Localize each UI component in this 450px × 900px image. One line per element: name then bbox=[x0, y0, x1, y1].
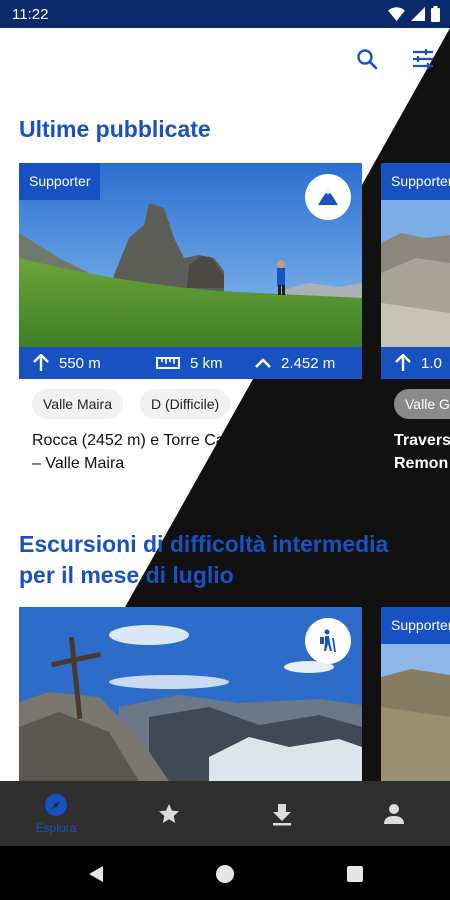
search-icon bbox=[357, 49, 378, 70]
system-navigation bbox=[0, 846, 450, 900]
stat-distance: 5 km bbox=[156, 347, 223, 379]
stat-ascent-value-2: 1.0 bbox=[421, 354, 442, 372]
battery-icon bbox=[431, 6, 440, 22]
hike-type-badge bbox=[305, 174, 351, 220]
stat-max-altitude: 2.452 m bbox=[255, 347, 335, 379]
signal-icon bbox=[411, 7, 425, 21]
chip-region[interactable]: Valle Maira bbox=[32, 389, 123, 419]
bottom-navigation: Esplora bbox=[0, 781, 450, 846]
caret-up-icon bbox=[255, 358, 271, 368]
card-image-3[interactable] bbox=[19, 607, 362, 781]
section-title-latest: Ultime pubblicate bbox=[19, 116, 211, 142]
status-bar: 11:22 bbox=[0, 0, 450, 28]
stat-max-altitude-value: 2.452 m bbox=[281, 354, 336, 372]
arrow-up-icon bbox=[395, 354, 411, 371]
home-icon bbox=[216, 865, 234, 883]
nav-explore-label: Esplora bbox=[35, 820, 77, 835]
wifi-icon bbox=[388, 7, 405, 21]
hiker-icon bbox=[320, 629, 336, 653]
card-image-4[interactable]: Supporter bbox=[381, 607, 450, 781]
nav-explore[interactable]: Esplora bbox=[21, 781, 91, 846]
ruler-icon bbox=[156, 357, 180, 369]
stat-ascent: 550 m bbox=[33, 347, 101, 379]
nav-profile[interactable] bbox=[359, 781, 429, 846]
mountain-icon bbox=[318, 189, 338, 205]
download-icon bbox=[273, 803, 291, 825]
recents-button[interactable] bbox=[343, 862, 367, 886]
nav-favorites[interactable] bbox=[134, 781, 204, 846]
status-time: 11:22 bbox=[12, 6, 49, 23]
card-image-2[interactable]: Supporter bbox=[381, 163, 450, 348]
back-button[interactable] bbox=[84, 862, 108, 886]
person-icon bbox=[384, 803, 404, 824]
back-icon bbox=[89, 866, 103, 882]
filter-button[interactable] bbox=[406, 42, 440, 76]
stat-ascent-2: 1.0 bbox=[395, 347, 442, 379]
card-title[interactable]: Rocca (2452 m) e Torre Castello (2448 m)… bbox=[32, 429, 332, 475]
chip-difficulty[interactable]: D (Difficile) bbox=[140, 389, 231, 419]
supporter-tag-2: Supporter bbox=[381, 163, 450, 200]
chip-region-2[interactable]: Valle G bbox=[394, 389, 450, 419]
supporter-tag-4: Supporter bbox=[381, 607, 450, 644]
home-button[interactable] bbox=[213, 862, 237, 886]
stat-distance-value: 5 km bbox=[190, 354, 223, 372]
section-title-intermediate: Escursioni di difficoltà intermedia per … bbox=[19, 531, 389, 588]
tune-icon bbox=[413, 49, 433, 69]
star-icon bbox=[159, 803, 179, 823]
supporter-tag: Supporter bbox=[19, 163, 101, 200]
card-image[interactable]: Supporter bbox=[19, 163, 362, 348]
card-stats-bar: 550 m 5 km 2.452 m bbox=[19, 347, 362, 379]
hike-type-badge-3 bbox=[305, 618, 351, 664]
status-icons bbox=[388, 5, 440, 23]
card-title-2[interactable]: Travers Remon bbox=[394, 429, 450, 475]
card-stats-bar-2: 1.0 bbox=[381, 347, 450, 379]
nav-downloads[interactable] bbox=[247, 781, 317, 846]
search-button[interactable] bbox=[350, 42, 384, 76]
recents-icon bbox=[347, 866, 363, 882]
arrow-up-icon bbox=[33, 354, 49, 371]
compass-icon bbox=[45, 793, 67, 816]
top-actions bbox=[350, 42, 440, 76]
stat-ascent-value: 550 m bbox=[59, 354, 101, 372]
